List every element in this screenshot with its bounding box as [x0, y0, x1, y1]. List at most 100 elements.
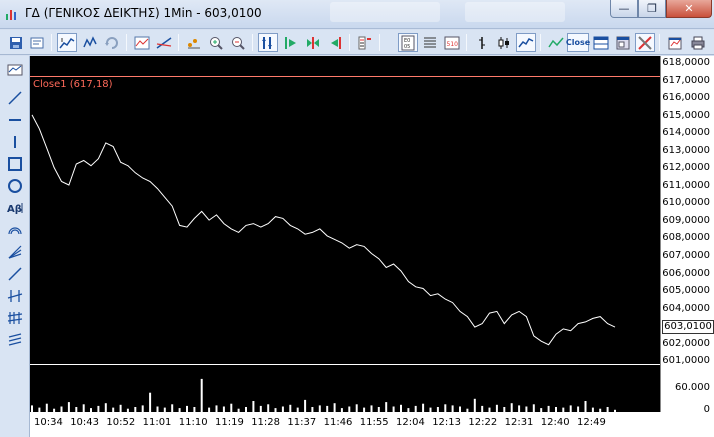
series-legend: Close1 (617,18): [33, 79, 113, 90]
window-button[interactable]: [613, 33, 633, 52]
properties-icon: [30, 37, 44, 48]
print-button[interactable]: [688, 33, 708, 52]
arc-icon: [8, 227, 22, 235]
time-axis[interactable]: 10:34 10:43 10:52 11:01 11:10 11:19 11:28 11:37…: [30, 412, 714, 437]
panel-button[interactable]: [591, 33, 611, 52]
arc-tool-button[interactable]: [5, 220, 25, 240]
line-chart-button[interactable]: [516, 33, 536, 52]
time-tick-label: 10:43: [70, 417, 100, 428]
horizontal-line-icon: [9, 119, 21, 121]
channel-tool-button[interactable]: [5, 286, 25, 306]
play-icon: [285, 36, 296, 49]
price-tick-label: 617,0000: [662, 74, 710, 86]
volume-bar: [532, 404, 535, 412]
rewind-icon: [331, 36, 341, 49]
export-button[interactable]: [665, 33, 685, 52]
text-tool-icon: Aβ: [7, 203, 23, 215]
volume-bar: [569, 405, 572, 412]
channel-icon: [7, 290, 23, 302]
chart-style-button[interactable]: [80, 33, 100, 52]
vertical-line-button[interactable]: [5, 132, 25, 152]
chart-window: ΓΔ (ΓΕΝΙΚΟΣ ΔΕΙΚΤΗΣ) 1Min - 603,0100 — ❐…: [0, 0, 714, 437]
volume-bar: [495, 404, 498, 412]
crosshair-button[interactable]: [57, 33, 77, 52]
volume-bar: [584, 401, 587, 412]
line-tool-icon: [8, 91, 22, 105]
chart-style-icon: [83, 35, 97, 47]
grid-button[interactable]: [420, 33, 440, 52]
price-tick-label: 605,0000: [662, 285, 710, 297]
save-icon: [10, 36, 22, 49]
fan-tool-button[interactable]: [5, 242, 25, 262]
close-series-button[interactable]: Close: [565, 33, 591, 52]
save-button[interactable]: [6, 33, 26, 52]
close-series-icon: Close: [565, 38, 591, 47]
ellipse-tool-button[interactable]: [5, 176, 25, 196]
text-tool-button[interactable]: Aβ: [5, 198, 25, 218]
scale-button[interactable]: E0 05: [398, 33, 418, 52]
ellipse-icon: [8, 179, 22, 193]
fibonacci-tool-button[interactable]: [5, 308, 25, 328]
volume-bar: [119, 404, 122, 412]
price-axis[interactable]: 618,0000 617,0000 616,0000 615,0000 614,0000…: [660, 56, 714, 415]
candle-chart-button[interactable]: [494, 33, 514, 52]
trendline-button[interactable]: [154, 33, 174, 52]
price-tick-label: 618,0000: [662, 57, 710, 68]
indicator-button[interactable]: [132, 33, 152, 52]
volume-bar: [451, 405, 454, 412]
price-tick-label: 606,0000: [662, 267, 710, 279]
numbers-button[interactable]: [355, 33, 375, 52]
rewind-button[interactable]: [325, 33, 345, 52]
ray-icon: [8, 267, 22, 281]
time-tick-label: 11:37: [287, 417, 317, 428]
candle-icon: [498, 36, 509, 49]
cursor-icon: [7, 64, 23, 76]
maximize-button[interactable]: ❐: [638, 0, 666, 18]
step-button[interactable]: [303, 33, 323, 52]
zoom-in-icon: [210, 36, 223, 50]
bar-chart-button[interactable]: [472, 33, 492, 52]
chart-canvas: [30, 76, 660, 412]
tools-button[interactable]: [635, 33, 655, 52]
price-chart[interactable]: Close1 (617,18): [30, 56, 660, 412]
step-icon: [307, 36, 319, 49]
scale10-button[interactable]: 510: [442, 33, 462, 52]
app-chart-icon: [6, 10, 16, 20]
svg-text:05: 05: [404, 44, 410, 50]
close-button[interactable]: ✕: [666, 0, 712, 18]
properties-button[interactable]: [27, 33, 47, 52]
volume-bar: [200, 378, 203, 412]
play-button[interactable]: [281, 33, 301, 52]
current-price-label: 603,0100: [662, 320, 714, 335]
minimize-button[interactable]: —: [610, 0, 638, 18]
zoom-in-button[interactable]: [206, 33, 226, 52]
indicator-icon: [134, 36, 150, 49]
price-tick-label: 613,0000: [662, 144, 710, 156]
regression-tool-button[interactable]: [5, 330, 25, 350]
grid-icon: [424, 37, 436, 47]
price-tick-label: 607,0000: [662, 249, 710, 261]
cursor-tool-button[interactable]: [5, 60, 25, 80]
dots-button[interactable]: [184, 33, 204, 52]
numbers-icon: [358, 36, 371, 49]
mountain-chart-button[interactable]: [546, 33, 566, 52]
ray-tool-button[interactable]: [5, 264, 25, 284]
fan-icon: [8, 245, 22, 259]
crosshair-icon: [59, 37, 75, 48]
volume-bar: [510, 403, 513, 412]
volume-bar: [318, 405, 321, 412]
tools-icon: [638, 35, 652, 50]
price-tick-label: 610,0000: [662, 197, 710, 209]
zoom-out-button[interactable]: [228, 33, 248, 52]
volume-bar: [215, 405, 218, 412]
price-tick-label: 612,0000: [662, 162, 710, 174]
line-tool-button[interactable]: [5, 88, 25, 108]
rectangle-tool-button[interactable]: [5, 154, 25, 174]
volume-bar: [252, 401, 255, 412]
horizontal-line-button[interactable]: [5, 110, 25, 130]
line-icon: [518, 37, 534, 47]
main-toolbar: E0 05 510 Close: [0, 30, 714, 55]
refresh-button[interactable]: [102, 33, 122, 52]
fit-button[interactable]: [258, 33, 278, 52]
trendline-icon: [156, 36, 172, 49]
